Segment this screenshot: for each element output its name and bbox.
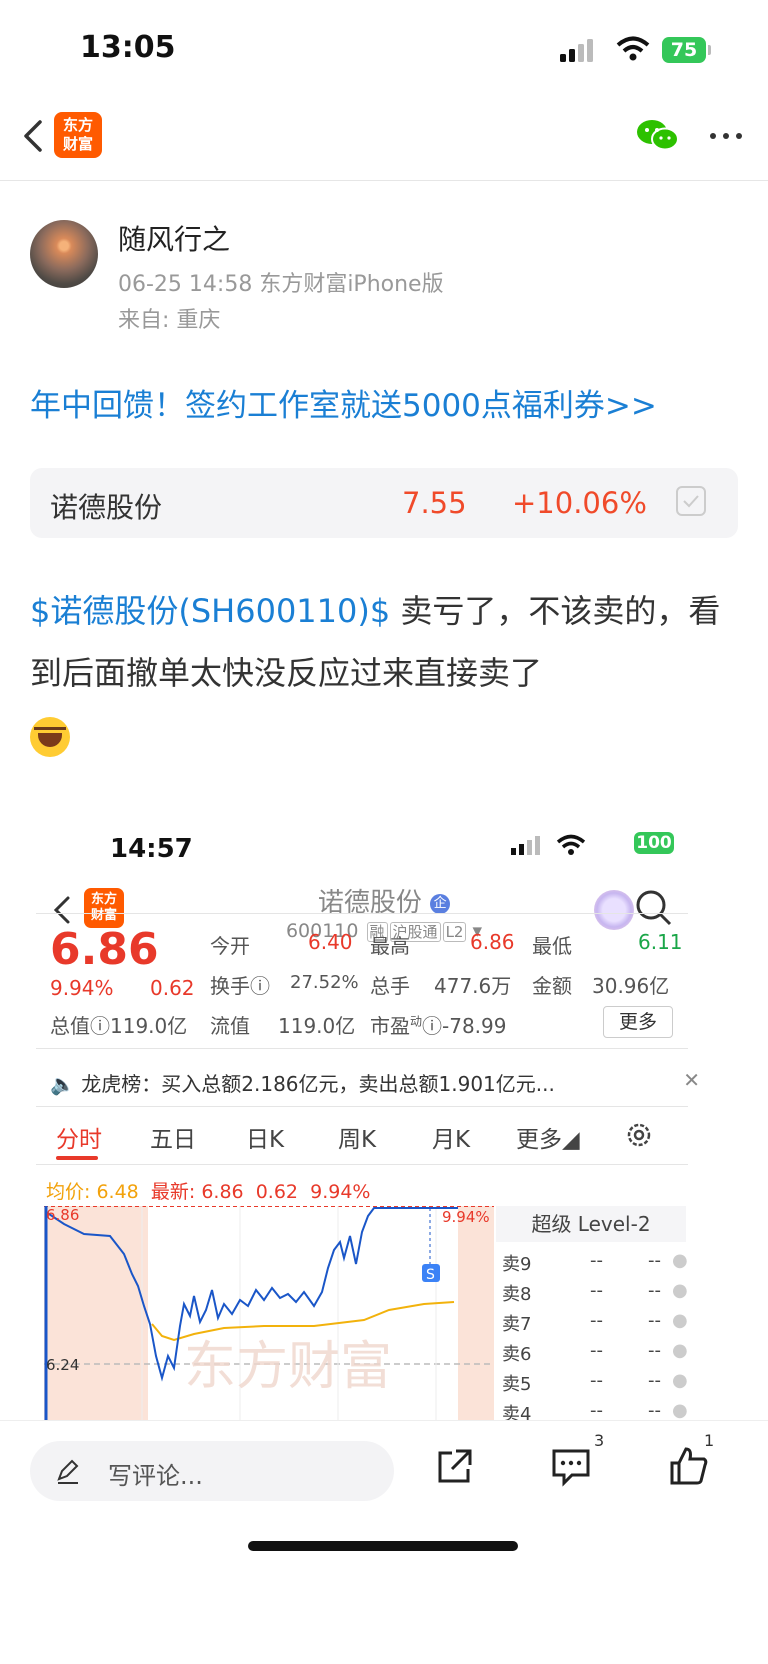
- back-icon[interactable]: [14, 112, 54, 160]
- svg-text:9.94%: 9.94%: [442, 1208, 490, 1226]
- home-indicator: [248, 1541, 518, 1551]
- share-icon[interactable]: [434, 1447, 474, 1487]
- shot-search-icon: [636, 890, 672, 926]
- turnover-label: 换手ⓘ: [210, 974, 270, 998]
- shot-last-price: 6.86: [50, 924, 159, 975]
- shot-tab-more: 更多◢: [516, 1127, 580, 1153]
- close-icon: ✕: [683, 1068, 700, 1092]
- float-label: 流值: [210, 1014, 250, 1038]
- post-location: 来自: 重庆: [118, 308, 221, 333]
- check-icon: [683, 495, 699, 508]
- shot-mktcap: 总值ⓘ119.0亿: [50, 1014, 188, 1038]
- shot-level2-header: 超级 Level-2: [496, 1206, 686, 1242]
- shot-tab-intraday: 分时: [56, 1127, 102, 1153]
- s-marker-icon: S: [426, 1267, 435, 1283]
- pe-value: 市盈动ⓘ-78.99: [370, 1014, 507, 1038]
- stock-name: 诺德股份: [50, 491, 163, 524]
- signal-icon: [560, 39, 593, 62]
- float-value: 119.0亿: [278, 1014, 356, 1038]
- post-meta: 06-25 14:58 东方财富iPhone版: [118, 272, 444, 297]
- wechat-share-icon[interactable]: [636, 118, 680, 154]
- low-value: 6.11: [638, 930, 683, 954]
- high-value: 6.86: [470, 930, 515, 954]
- stock-tag-link[interactable]: $诺德股份(SH600110)$: [30, 592, 390, 630]
- shot-tab-daily: 日K: [246, 1127, 285, 1153]
- shot-divider: [36, 1106, 688, 1107]
- shot-tab-weekly: 周K: [338, 1127, 377, 1153]
- svg-text:东方财富: 东方财富: [184, 1337, 392, 1397]
- shot-divider: [36, 1048, 688, 1049]
- comment-icon[interactable]: [550, 1447, 592, 1487]
- stock-card[interactable]: 诺德股份 7.55 +10.06%: [30, 468, 738, 538]
- volume-value: 477.6万: [434, 974, 512, 998]
- pencil-icon: [57, 1459, 79, 1484]
- active-tab-indicator: [56, 1156, 98, 1160]
- shot-wifi-icon: [556, 834, 586, 855]
- nav-divider: [0, 180, 768, 181]
- avatar[interactable]: [30, 220, 98, 288]
- enterprise-badge-icon: 企: [430, 893, 451, 914]
- shot-avg-line: 均价: 6.48 最新: 6.86 0.62 9.94%: [46, 1181, 371, 1203]
- shot-chg: 0.62: [150, 976, 195, 1000]
- shot-more-button: 更多: [603, 1006, 673, 1038]
- low-label: 最低: [532, 934, 572, 958]
- speaker-icon: 🔈: [50, 1072, 75, 1096]
- open-label: 今开: [210, 934, 250, 958]
- open-value: 6.40: [308, 930, 353, 954]
- stock-price: 7.55: [402, 486, 467, 520]
- add-watchlist-checkbox[interactable]: [676, 486, 706, 516]
- shot-tab-5day: 五日: [150, 1127, 196, 1153]
- shot-status-time: 14:57: [110, 834, 193, 864]
- status-time: 13:05: [80, 30, 176, 65]
- bottom-action-bar: 写评论... 3 1: [0, 1420, 768, 1664]
- volume-label: 总手: [370, 974, 410, 998]
- shot-divider: [36, 913, 688, 914]
- promo-link[interactable]: 年中回馈！签约工作室就送5000点福利券>>: [30, 380, 657, 425]
- like-icon[interactable]: [668, 1445, 710, 1487]
- amount-label: 金额: [532, 974, 572, 998]
- author-name[interactable]: 随风行之: [118, 218, 230, 258]
- high-label: 最高: [370, 934, 410, 958]
- shot-settings-icon: [627, 1123, 651, 1147]
- shot-signal-icon: [511, 836, 540, 855]
- app-logo: 东方 财富: [54, 112, 102, 158]
- laugh-cry-emoji-icon: [30, 717, 70, 757]
- shot-divider: [36, 1164, 688, 1165]
- wifi-icon: [616, 36, 650, 61]
- svg-text:6.86: 6.86: [46, 1206, 79, 1224]
- shot-pct: 9.94%: [50, 976, 114, 1000]
- stock-change: +10.06%: [512, 486, 647, 520]
- shot-tab-monthly: 月K: [432, 1127, 471, 1153]
- comment-count: 3: [594, 1431, 605, 1450]
- shot-lhb-banner: 🔈 龙虎榜：买入总额2.186亿元，卖出总额1.901亿元... ✕: [50, 1068, 700, 1096]
- comment-input[interactable]: 写评论...: [30, 1441, 394, 1501]
- like-count: 1: [704, 1431, 715, 1450]
- comment-placeholder: 写评论...: [108, 1462, 203, 1490]
- battery-icon: 75: [662, 37, 711, 63]
- turnover-value: 27.52%: [290, 972, 359, 993]
- shot-robot-icon: [594, 890, 634, 930]
- more-icon[interactable]: [708, 126, 744, 146]
- attached-screenshot[interactable]: 14:57 100 东方 财富 诺德股份 企 600110 融沪股通 L2 ▾ 6.…: [36, 820, 732, 1510]
- amount-value: 30.96亿: [592, 974, 670, 998]
- post-body: $诺德股份(SH600110)$ 卖亏了，不该卖的，看到后面撤单太快没反应过来直…: [30, 580, 730, 766]
- svg-text:6.24: 6.24: [46, 1356, 79, 1374]
- shot-battery-icon: 100: [634, 832, 674, 854]
